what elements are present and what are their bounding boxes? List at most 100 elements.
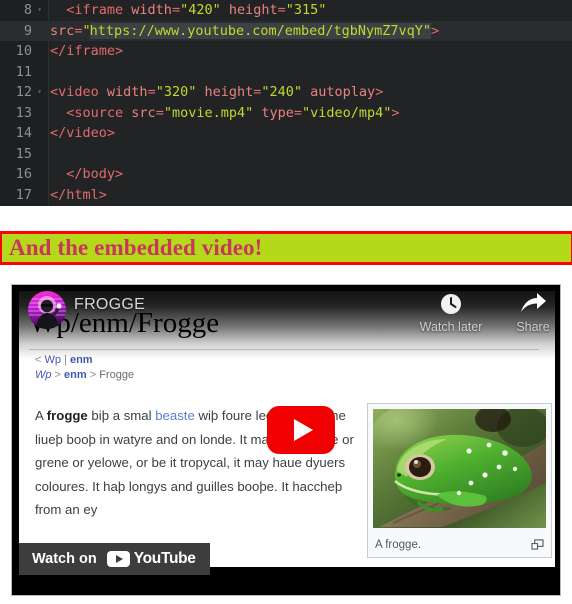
code-line-text: </body>	[50, 164, 123, 185]
line-number: 14	[15, 125, 32, 141]
code-line[interactable]: 11	[0, 62, 572, 83]
code-line[interactable]: 14 </video>	[0, 123, 572, 144]
code-token: autoplay	[302, 84, 376, 100]
code-token: =	[155, 104, 164, 121]
code-token: "315"	[285, 2, 327, 18]
code-token: "240"	[261, 84, 303, 100]
line-number: 10	[15, 43, 32, 59]
breadcrumb-path-current: Frogge	[99, 369, 135, 381]
code-token: =	[171, 2, 181, 18]
breadcrumb-link-enm[interactable]: enm	[70, 354, 93, 366]
code-token: =	[74, 22, 83, 39]
paragraph-text-1: biþ a smal	[87, 408, 156, 423]
code-token: "320"	[155, 84, 197, 100]
code-token: <source	[66, 104, 124, 121]
share-button[interactable]: Share	[490, 291, 560, 334]
wiki-title-divider	[29, 349, 539, 350]
code-token: <video	[50, 84, 99, 100]
code-token: >	[391, 104, 400, 121]
code-token: "video/mp4"	[302, 104, 392, 121]
code-token: </body>	[66, 166, 124, 182]
breadcrumb-path-enm[interactable]: enm	[64, 369, 87, 381]
frog-photo	[373, 409, 546, 528]
breadcrumb-top[interactable]: < Wp | enm	[35, 354, 93, 366]
code-token: <iframe	[66, 2, 124, 18]
code-token: =	[277, 2, 286, 18]
paragraph-wiki-link[interactable]: beaste	[155, 408, 195, 423]
watch-later-button[interactable]: Watch later	[408, 291, 494, 334]
line-number: 13	[15, 104, 32, 121]
youtube-play-triangle	[115, 555, 123, 563]
embedded-video-banner-wrap: And the embedded video!	[0, 231, 572, 265]
clock-icon	[408, 291, 494, 317]
code-token: width	[98, 84, 148, 100]
share-label: Share	[516, 320, 550, 334]
breadcrumb-separator: |	[60, 354, 70, 366]
code-line[interactable]: 12 ▾ <video width="320" height="240" autop…	[0, 82, 572, 103]
breadcrumb-link-wp[interactable]: Wp	[44, 354, 61, 366]
code-line-text: <iframe width="420" height="315"	[50, 0, 326, 21]
code-fold-toggle[interactable]: ▾	[35, 82, 44, 103]
code-line[interactable]: 9 src="https://www.youtube.com/embed/tgbN…	[0, 20, 572, 42]
code-line-text: <source src="movie.mp4" type="video/mp4"…	[50, 103, 400, 124]
share-arrow-icon	[490, 291, 560, 317]
wiki-thumbnail-box: A frogge.	[367, 403, 552, 558]
youtube-logo: YouTube	[106, 550, 196, 568]
code-token: height	[220, 2, 278, 18]
code-line[interactable]: 16 </body>	[0, 164, 572, 185]
code-token: </video>	[50, 125, 116, 141]
breadcrumb-path[interactable]: Wp > enm > Frogge	[35, 369, 134, 381]
watch-later-label: Watch later	[419, 320, 483, 334]
play-button[interactable]	[267, 406, 335, 454]
code-token: https://www.youtube.com/embed/tgbNymZ7vq…	[89, 22, 432, 39]
code-line[interactable]: 10 </iframe>	[0, 41, 572, 62]
banner-heading-text: And the embedded video!	[9, 235, 263, 260]
code-line[interactable]: 8 ▾ <iframe width="420" height="315"	[0, 0, 572, 21]
line-number: 9	[23, 22, 32, 39]
line-number: 15	[15, 145, 32, 162]
code-line-text: </iframe>	[50, 41, 123, 62]
line-number: 11	[15, 63, 32, 80]
youtube-play-icon	[106, 551, 130, 567]
code-line-text: <video width="320" height="240" autoplay…	[50, 82, 383, 103]
channel-avatar[interactable]	[28, 291, 66, 329]
code-token: =	[293, 104, 303, 121]
channel-name-label[interactable]: FROGGE	[74, 296, 145, 314]
code-token: >	[431, 22, 440, 39]
code-token: type	[253, 104, 294, 121]
code-token: =	[147, 84, 156, 100]
code-line-text: </html>	[50, 185, 107, 206]
code-line[interactable]: 13 <source src="movie.mp4" type="video/m…	[0, 103, 572, 124]
code-token: height	[196, 84, 254, 100]
code-token: src	[50, 22, 75, 39]
player-bottom-bar	[12, 575, 560, 595]
code-token: width	[123, 2, 172, 18]
code-token: </iframe>	[50, 43, 124, 59]
code-editor-lines[interactable]: 8 ▾ <iframe width="420" height="315" 9 src=…	[0, 0, 572, 205]
paragraph-bold-term: frogge	[46, 408, 88, 423]
paragraph-lead: A	[35, 408, 47, 423]
code-token: </html>	[50, 186, 107, 203]
breadcrumb-path-wp[interactable]: Wp	[35, 369, 52, 381]
youtube-embed-player[interactable]: Wp/enm/Frogge < Wp | enm Wp > enm > Frog…	[11, 284, 561, 596]
code-token: src	[123, 104, 156, 121]
code-token: "420"	[180, 2, 221, 18]
code-token: >	[375, 84, 384, 100]
code-editor-pane[interactable]: 8 ▾ <iframe width="420" height="315" 9 src=…	[0, 0, 572, 206]
play-triangle-icon	[293, 419, 313, 441]
code-fold-toggle[interactable]: ▾	[35, 0, 44, 21]
code-line[interactable]: 17 </html>	[0, 185, 572, 206]
breadcrumb-path-sep-1: >	[51, 369, 65, 381]
code-line-text: src="https://www.youtube.com/embed/tgbNy…	[50, 21, 439, 42]
watch-on-youtube-button[interactable]: Watch on YouTube	[19, 543, 210, 575]
code-line-text: </video>	[50, 123, 115, 144]
line-number: 16	[15, 166, 32, 182]
line-number: 17	[15, 186, 32, 203]
code-line[interactable]: 15	[0, 144, 572, 165]
enlarge-icon[interactable]	[531, 539, 544, 550]
embedded-video-banner: And the embedded video!	[0, 231, 572, 265]
watch-on-label: Watch on	[32, 551, 97, 567]
youtube-wordmark: YouTube	[133, 550, 196, 567]
frog-photo-svg	[373, 409, 546, 528]
line-number: 8	[23, 2, 32, 18]
